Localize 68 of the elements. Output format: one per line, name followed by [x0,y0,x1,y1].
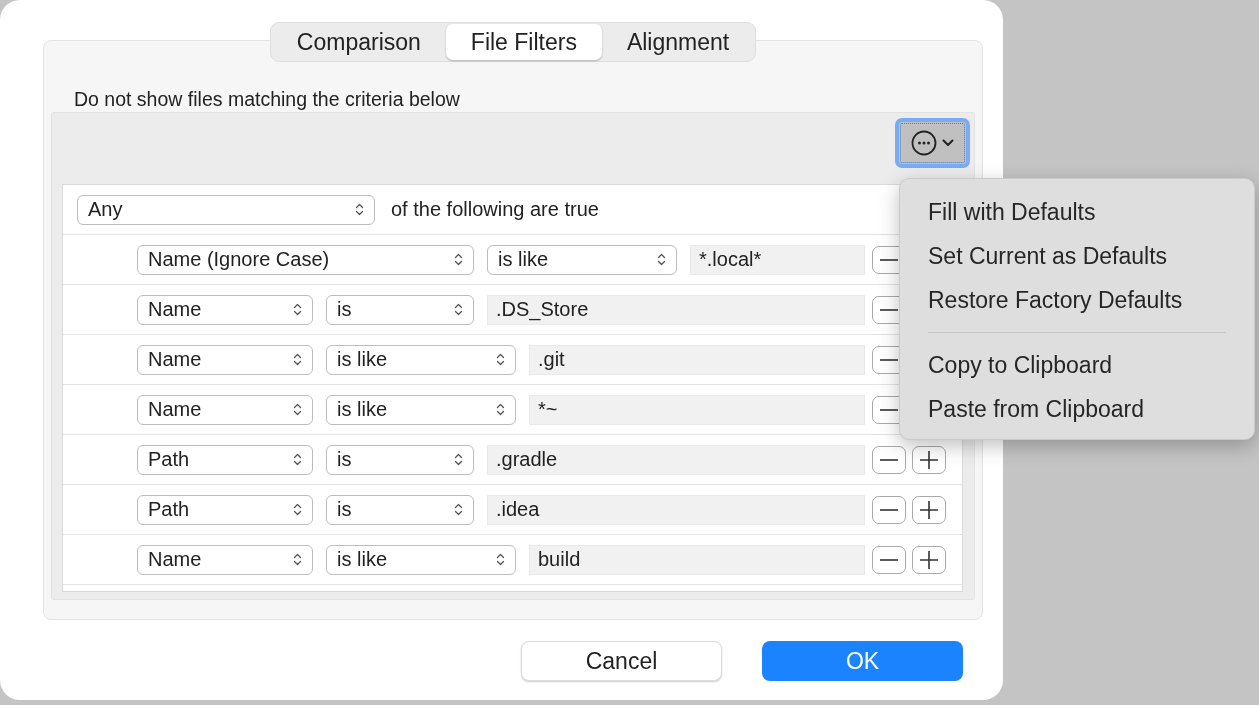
menu-item[interactable]: Fill with Defaults [900,190,1254,234]
up-down-chevron-icon [454,302,463,317]
minus-icon [880,558,898,561]
add-rule-button[interactable] [912,545,946,574]
attribute-popup[interactable]: Name (Ignore Case) [137,244,474,275]
value-field[interactable]: .git [529,344,865,375]
remove-rule-button[interactable] [872,495,906,524]
menu-item[interactable]: Set Current as Defaults [900,234,1254,278]
remove-rule-button[interactable] [872,545,906,574]
value-field[interactable]: build [529,544,865,575]
attribute-popup[interactable]: Path [137,494,313,525]
up-down-chevron-icon [454,252,463,267]
operator-popup[interactable]: is [326,294,474,325]
tab[interactable]: Alignment [601,24,755,60]
attribute-popup[interactable]: Name [137,544,313,575]
filter-description: Do not show files matching the criteria below [74,87,460,111]
operator-popup[interactable]: is like [487,244,677,275]
up-down-chevron-icon [293,552,302,567]
up-down-chevron-icon [454,502,463,517]
value-field[interactable]: .DS_Store [487,294,865,325]
value-field[interactable]: *~ [529,394,865,425]
minus-icon [880,458,898,461]
attribute-popup[interactable]: Name [137,294,313,325]
attribute-popup[interactable]: Name [137,394,313,425]
up-down-chevron-icon [496,352,505,367]
minus-icon [880,358,898,361]
quantifier-popup[interactable]: Any [77,194,375,225]
minus-icon [880,258,898,261]
operator-popup[interactable]: is [326,444,474,475]
menu-item[interactable]: Copy to Clipboard [900,343,1254,387]
plus-icon [920,450,938,469]
up-down-chevron-icon [454,452,463,467]
menu-item[interactable]: Restore Factory Defaults [900,278,1254,322]
up-down-chevron-icon [293,302,302,317]
plus-icon [920,500,938,519]
operator-popup[interactable]: is like [326,544,516,575]
up-down-chevron-icon [293,352,302,367]
up-down-chevron-icon [496,402,505,417]
value-field[interactable]: .idea [487,494,865,525]
ok-button[interactable]: OK [762,641,963,681]
up-down-chevron-icon [293,452,302,467]
operator-popup[interactable]: is [326,494,474,525]
attribute-popup[interactable]: Name [137,344,313,375]
tab[interactable]: File Filters [445,24,602,60]
action-menu-button[interactable] [895,118,970,168]
tab[interactable]: Comparison [271,24,446,60]
operator-popup[interactable]: is like [326,394,516,425]
chevron-down-icon [942,139,954,147]
minus-icon [880,408,898,411]
operator-popup[interactable]: is like [326,344,516,375]
minus-icon [880,508,898,511]
match-label: of the following are true [391,198,599,221]
value-field[interactable]: .gradle [487,444,865,475]
attribute-popup[interactable]: Path [137,444,313,475]
value-field[interactable]: *.local* [690,244,865,275]
up-down-chevron-icon [293,402,302,417]
up-down-chevron-icon [496,552,505,567]
plus-icon [920,550,938,569]
ellipsis-circle-icon [911,130,937,156]
remove-rule-button[interactable] [872,445,906,474]
minus-icon [880,308,898,311]
add-rule-button[interactable] [912,445,946,474]
up-down-chevron-icon [657,252,666,267]
add-rule-button[interactable] [912,495,946,524]
cancel-button[interactable]: Cancel [521,641,722,681]
up-down-chevron-icon [355,202,364,217]
up-down-chevron-icon [293,502,302,517]
menu-item[interactable]: Paste from Clipboard [900,387,1254,431]
